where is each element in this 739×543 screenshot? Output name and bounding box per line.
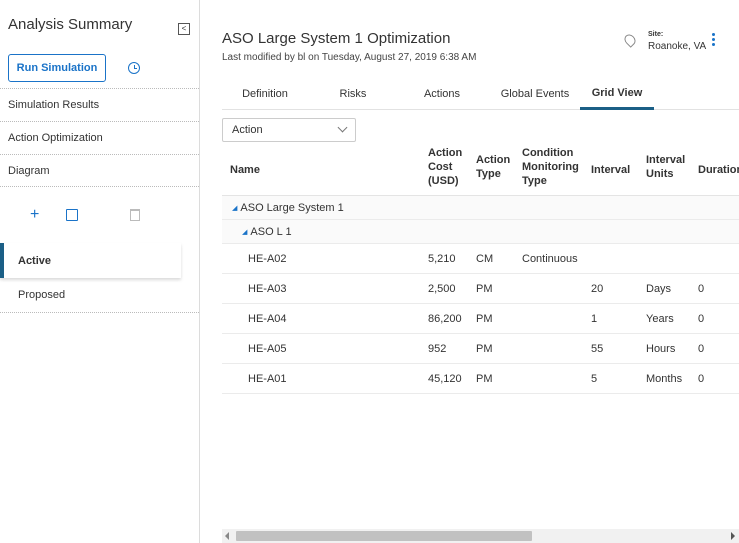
tab-risks[interactable]: Risks [318, 78, 388, 110]
group-cell: ◢ ASO L 1 [242, 220, 292, 243]
cell-name: HE-A02 [248, 252, 287, 265]
cell-type: PM [476, 312, 493, 325]
col-header-action-cost[interactable]: Action Cost (USD) [428, 146, 462, 188]
cell-name: HE-A03 [248, 282, 287, 295]
cell-duration: 0 [698, 342, 705, 355]
col-header-units-line: Units [646, 168, 674, 180]
tab-actions[interactable]: Actions [412, 78, 472, 110]
cell-units: Years [646, 312, 674, 325]
col-header-units-line: Interval [646, 154, 686, 166]
cell-name: HE-A04 [248, 312, 287, 325]
col-header-action-cost-line: (USD) [428, 175, 459, 187]
sidebar-title: Analysis Summary [8, 15, 133, 33]
cell-cost: 2,500 [428, 282, 456, 295]
sidebar-item-diagram[interactable]: Diagram [0, 154, 199, 187]
expand-triangle-icon[interactable]: ◢ [232, 204, 237, 212]
group-row[interactable]: ◢ ASO L 1 [222, 220, 739, 244]
scenario-proposed[interactable]: Proposed [0, 278, 199, 313]
last-modified-text: Last modified by bl on Tuesday, August 2… [222, 52, 477, 63]
col-header-condition-monitoring-type[interactable]: Condition Monitoring Type [522, 146, 579, 188]
col-header-action-type-line: Action [476, 154, 511, 166]
run-row: Run Simulation [0, 48, 199, 88]
grid-table: Name Action Cost (USD) Action Type Condi… [222, 142, 739, 394]
cell-type: CM [476, 252, 494, 265]
cell-cost: 86,200 [428, 312, 462, 325]
site-value: Roanoke, VA [648, 41, 707, 52]
col-header-action-cost-line: Action [428, 147, 463, 159]
collapse-sidebar-icon[interactable]: < [178, 23, 190, 35]
scenario-toolbar: + [0, 187, 199, 243]
group-cell: ◢ ASO Large System 1 [232, 196, 344, 219]
sidebar-header: Analysis Summary < [0, 0, 199, 48]
col-header-cm-line: Condition [522, 147, 574, 159]
scenario-active[interactable]: Active [0, 243, 181, 278]
cell-cost: 45,120 [428, 372, 462, 385]
col-header-cm-line: Type [522, 175, 547, 187]
expand-triangle-icon[interactable]: ◢ [242, 228, 247, 236]
location-pin-icon [622, 32, 638, 48]
tab-grid-view[interactable]: Grid View [580, 78, 654, 110]
history-clock-icon[interactable] [128, 62, 140, 74]
cell-units: Days [646, 282, 672, 295]
cell-duration: 0 [698, 282, 705, 295]
col-header-name[interactable]: Name [230, 163, 260, 177]
table-row[interactable]: HE-A03 2,500 PM 20 Days 0 [222, 274, 739, 304]
scrollbar-thumb[interactable] [236, 531, 532, 541]
table-row[interactable]: HE-A01 45,120 PM 5 Months 0 [222, 364, 739, 394]
col-header-cm-line: Monitoring [522, 161, 579, 173]
tab-bar: Definition Risks Actions Global Events G… [222, 78, 739, 110]
group-row[interactable]: ◢ ASO Large System 1 [222, 196, 739, 220]
cell-duration: 0 [698, 372, 705, 385]
col-header-action-type[interactable]: Action Type [476, 153, 510, 181]
cell-units: Hours [646, 342, 676, 355]
cell-interval: 5 [591, 372, 598, 385]
delete-scenario-icon[interactable] [130, 209, 140, 221]
sidebar-item-action-optimization[interactable]: Action Optimization [0, 121, 199, 154]
horizontal-scrollbar[interactable] [222, 529, 739, 543]
cell-cost: 952 [428, 342, 447, 355]
col-header-action-cost-line: Cost [428, 161, 453, 173]
tab-definition[interactable]: Definition [222, 78, 308, 110]
run-simulation-button[interactable]: Run Simulation [8, 54, 106, 82]
table-row[interactable]: HE-A04 86,200 PM 1 Years 0 [222, 304, 739, 334]
copy-scenario-icon[interactable] [66, 209, 78, 221]
cell-interval: 55 [591, 342, 604, 355]
scroll-right-arrow-icon[interactable] [731, 532, 735, 540]
sidebar: Analysis Summary < Run Simulation Simula… [0, 0, 200, 543]
add-scenario-icon[interactable]: + [30, 206, 64, 224]
main-panel: ASO Large System 1 Optimization Last mod… [212, 0, 739, 543]
cell-type: PM [476, 342, 493, 355]
col-header-interval-units[interactable]: Interval Units [646, 153, 685, 181]
page-title: ASO Large System 1 Optimization [222, 30, 451, 47]
cell-units: Months [646, 372, 683, 385]
table-row[interactable]: HE-A02 5,210 CM Continuous [222, 244, 739, 274]
cell-cost: 5,210 [428, 252, 456, 265]
cell-name: HE-A01 [248, 372, 287, 385]
grid-filter-select[interactable]: Action [222, 118, 356, 142]
col-header-action-type-line: Type [476, 168, 501, 180]
col-header-interval[interactable]: Interval [591, 163, 630, 177]
group-label: ASO L 1 [250, 225, 292, 238]
cell-name: HE-A05 [248, 342, 287, 355]
col-header-duration[interactable]: Duration [698, 163, 739, 177]
cell-cm-type: Continuous [522, 252, 578, 265]
grid-header: Name Action Cost (USD) Action Type Condi… [222, 142, 739, 196]
cell-type: PM [476, 282, 493, 295]
site-label: Site: [648, 31, 664, 38]
more-options-icon[interactable] [712, 33, 716, 48]
cell-interval: 1 [591, 312, 598, 325]
scroll-left-arrow-icon[interactable] [225, 532, 229, 540]
tab-global-events[interactable]: Global Events [492, 78, 578, 110]
grid-filter-value: Action [232, 124, 263, 136]
table-row[interactable]: HE-A05 952 PM 55 Hours 0 [222, 334, 739, 364]
chevron-down-icon [337, 122, 348, 133]
group-label: ASO Large System 1 [240, 201, 344, 214]
cell-type: PM [476, 372, 493, 385]
cell-duration: 0 [698, 312, 705, 325]
cell-interval: 20 [591, 282, 604, 295]
sidebar-item-simulation-results[interactable]: Simulation Results [0, 88, 199, 121]
